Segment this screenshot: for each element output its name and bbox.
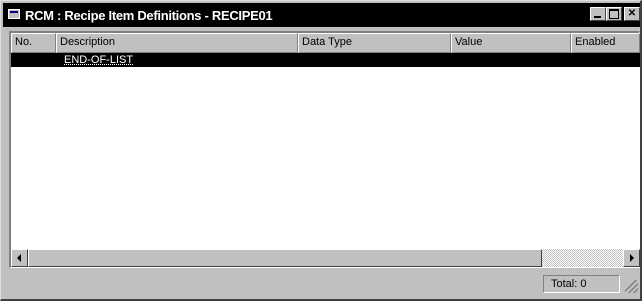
list-body[interactable]: END-OF-LIST [11,53,640,249]
maximize-button[interactable] [606,7,622,21]
close-icon: ✕ [627,8,637,19]
column-header-description[interactable]: Description [56,33,298,53]
column-header-no[interactable]: No. [11,33,56,53]
scroll-left-arrow-icon[interactable] [11,249,28,267]
minimize-button[interactable] [590,7,606,21]
row-description: END-OF-LIST [64,54,134,66]
close-button[interactable]: ✕ [624,7,640,21]
recipe-item-list: No. Description Data Type Value Enabled … [9,31,640,268]
list-row-end-of-list[interactable]: END-OF-LIST [11,53,640,67]
title-bar[interactable]: RCM : Recipe Item Definitions - RECIPE01… [3,3,640,27]
list-header: No. Description Data Type Value Enabled [11,33,640,53]
status-total: Total: 0 [543,275,620,293]
app-window: RCM : Recipe Item Definitions - RECIPE01… [0,0,642,301]
column-header-enabled[interactable]: Enabled [571,33,640,53]
scroll-right-arrow-icon[interactable] [623,249,640,267]
horizontal-scrollbar[interactable] [11,249,640,267]
scrollbar-track[interactable] [542,249,623,267]
window-title: RCM : Recipe Item Definitions - RECIPE01 [25,8,273,23]
status-bar: Total: 0 [3,272,640,296]
resize-grip-icon[interactable] [625,280,638,293]
column-header-data-type[interactable]: Data Type [298,33,451,53]
column-header-value[interactable]: Value [451,33,571,53]
scrollbar-thumb[interactable] [28,249,542,267]
app-icon[interactable] [8,9,20,19]
